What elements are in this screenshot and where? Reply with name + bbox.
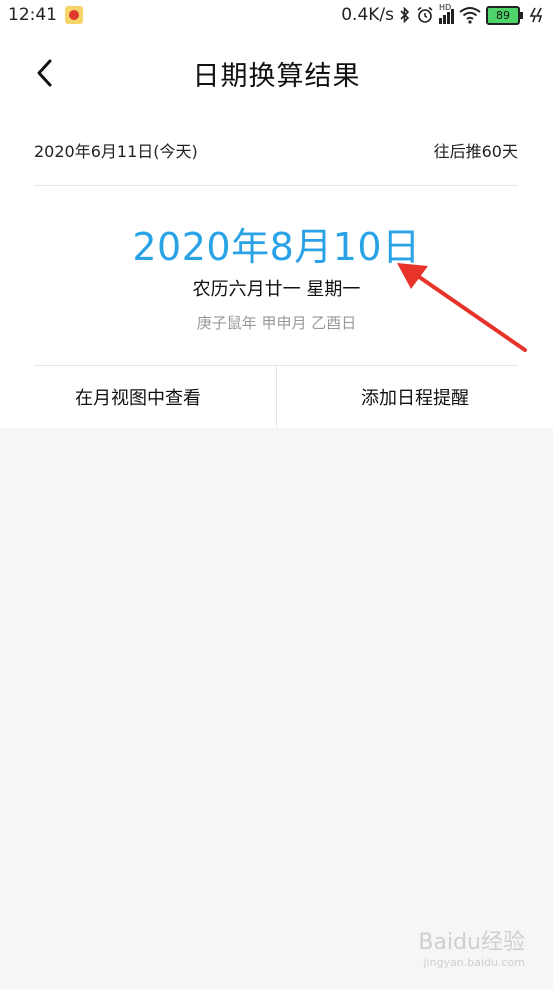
ganzhi-date: 庚子鼠年 甲申月 乙酉日: [196, 314, 357, 332]
month-view-button[interactable]: 在月视图中查看: [0, 366, 276, 428]
battery-level: 89: [496, 8, 510, 22]
battery-icon: 89: [486, 5, 523, 25]
result-card: 日期换算结果 2020年6月11日(今天) 往后推60天 2020年8月10日 …: [0, 30, 553, 428]
status-bar: 12:41 0.4K/s HD 89: [0, 0, 553, 30]
page-title: 日期换算结果: [192, 61, 361, 92]
network-speed: 0.4K/s: [341, 5, 394, 25]
add-reminder-button[interactable]: 添加日程提醒: [277, 366, 553, 428]
watermark: Baidu经验 jingyan.baidu.com: [418, 924, 525, 969]
status-time: 12:41: [8, 5, 57, 25]
tomato-app-icon: [65, 6, 83, 24]
info-row: 2020年6月11日(今天) 往后推60天: [34, 138, 518, 162]
alarm-icon: [417, 6, 433, 23]
hd-label: HD: [439, 3, 452, 12]
lunar-date: 农历六月廿一 星期一: [192, 279, 361, 300]
divider: [34, 185, 518, 186]
watermark-brand: Baidu经验: [418, 930, 525, 955]
charging-icon: [529, 7, 543, 23]
wifi-icon: [459, 7, 481, 24]
signal-icon: HD: [439, 3, 454, 24]
result-date: 2020年8月10日: [132, 225, 421, 269]
bluetooth-icon: [400, 6, 410, 24]
action-row: 在月视图中查看 添加日程提醒: [0, 366, 553, 428]
start-date: 2020年6月11日(今天): [34, 142, 198, 161]
offset-days: 往后推60天: [433, 142, 518, 161]
status-icons: 0.4K/s HD 89: [341, 3, 545, 25]
watermark-url: jingyan.baidu.com: [423, 956, 525, 969]
